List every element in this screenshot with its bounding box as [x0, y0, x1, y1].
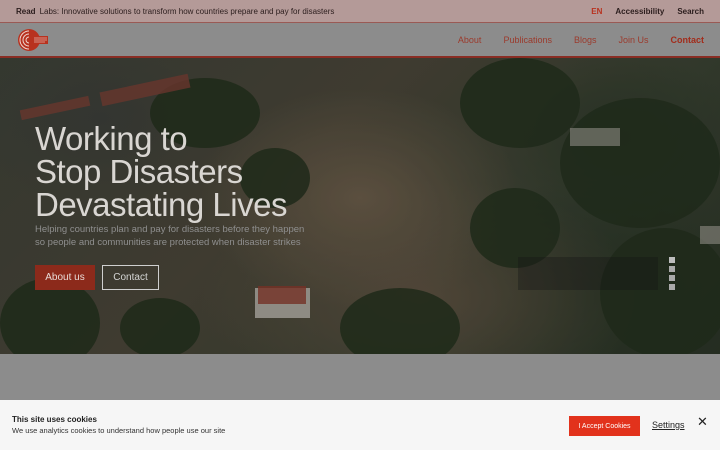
slider-dot[interactable]: [669, 275, 675, 281]
read-link[interactable]: Read: [16, 7, 36, 16]
contact-button[interactable]: Contact: [102, 265, 159, 290]
hero-section: Working to Stop Disasters Devastating Li…: [0, 58, 720, 354]
announcement-text: Labs: Innovative solutions to transform …: [39, 6, 335, 16]
accept-cookies-button[interactable]: I Accept Cookies: [569, 416, 640, 436]
hero-title-line: Stop Disasters: [35, 153, 243, 190]
utility-links: EN Accessibility Search: [591, 7, 704, 16]
close-icon[interactable]: ✕: [697, 414, 708, 430]
cookie-body: We use analytics cookies to understand h…: [12, 426, 226, 435]
nav-publications[interactable]: Publications: [503, 35, 552, 45]
announcement-bar: Read Labs: Innovative solutions to trans…: [0, 0, 720, 23]
logo-icon: [18, 28, 48, 51]
slider-pagination: [669, 257, 675, 290]
hero-title: Working to Stop Disasters Devastating Li…: [35, 122, 287, 221]
search-link[interactable]: Search: [677, 7, 704, 16]
cookie-text: This site uses cookies We use analytics …: [12, 415, 225, 435]
logo[interactable]: [16, 27, 50, 53]
main-nav: About Publications Blogs Join Us Contact: [436, 35, 704, 45]
about-us-button[interactable]: About us: [35, 265, 95, 290]
slider-dot[interactable]: [669, 284, 675, 290]
site-header: About Publications Blogs Join Us Contact: [0, 23, 720, 58]
nav-join-us[interactable]: Join Us: [618, 35, 648, 45]
hero-subtitle: Helping countries plan and pay for disas…: [35, 224, 305, 248]
nav-about[interactable]: About: [458, 35, 482, 45]
slide-caption-panel: [518, 257, 658, 290]
cookie-settings-link[interactable]: Settings: [652, 420, 685, 430]
slider-dot[interactable]: [669, 257, 675, 263]
hero-title-line: Working to: [35, 120, 188, 157]
nav-blogs[interactable]: Blogs: [574, 35, 597, 45]
slider-dot[interactable]: [669, 266, 675, 272]
hero-title-line: Devastating Lives: [35, 186, 287, 223]
language-selector[interactable]: EN: [591, 7, 602, 16]
cookie-banner: This site uses cookies We use analytics …: [0, 400, 720, 450]
content-band: [0, 354, 720, 400]
cookie-title: This site uses cookies: [12, 415, 97, 424]
accessibility-link[interactable]: Accessibility: [615, 7, 664, 16]
nav-contact[interactable]: Contact: [671, 35, 705, 45]
